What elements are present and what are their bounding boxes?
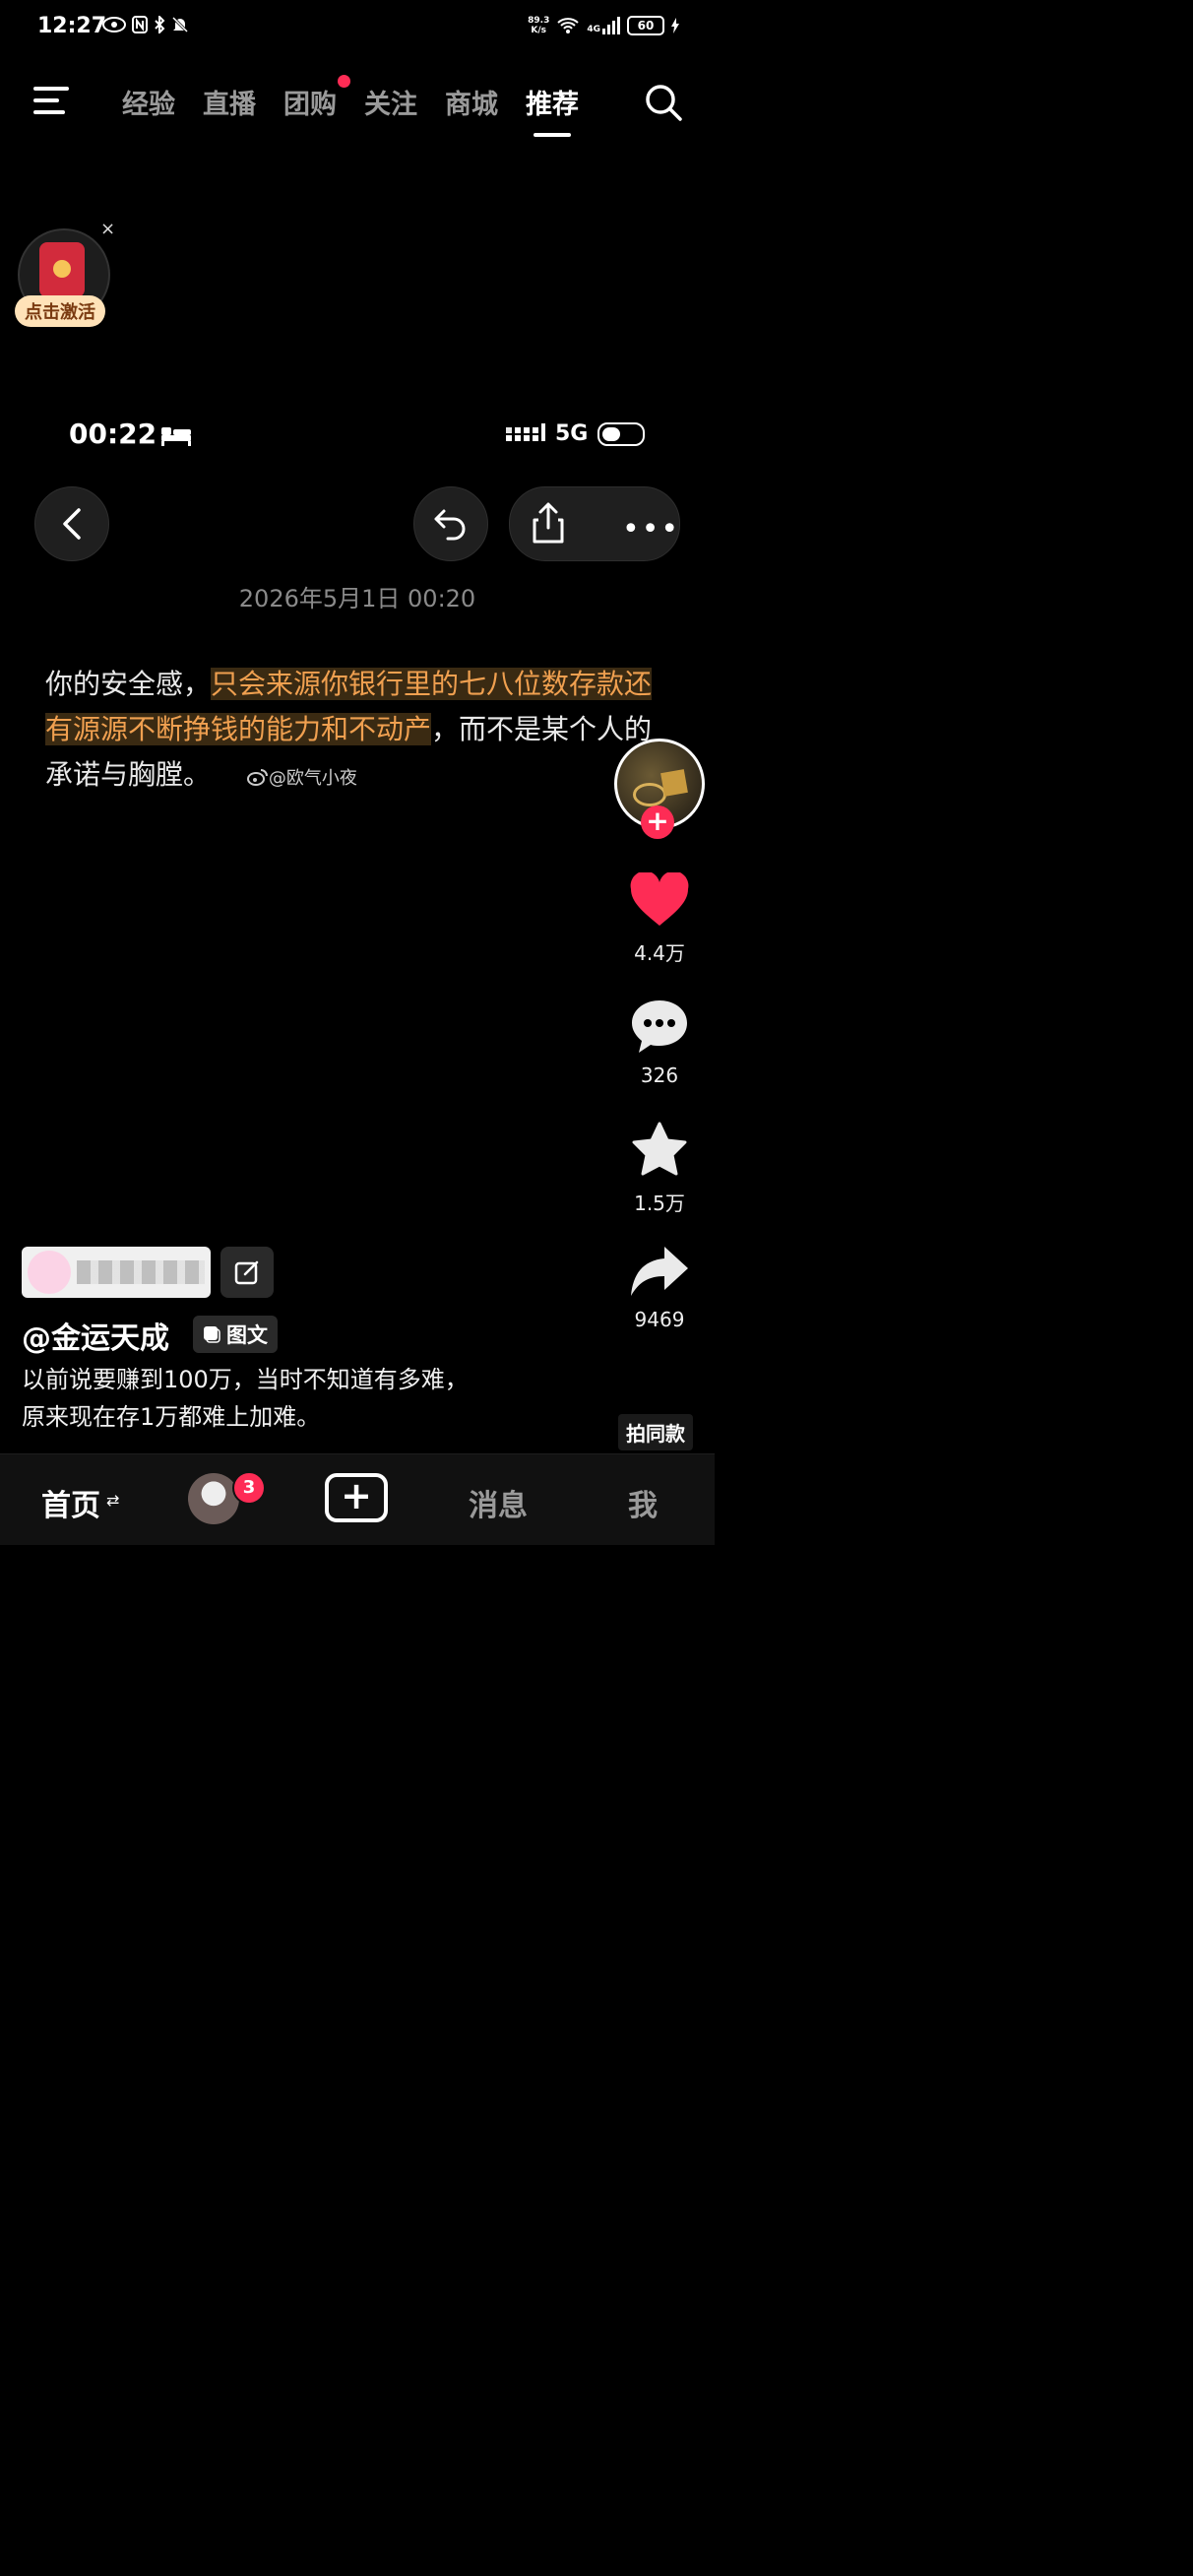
comment-button[interactable]: 326 — [618, 997, 701, 1087]
tab-following[interactable]: 关注 — [364, 83, 417, 121]
post-image-status: 5G — [506, 421, 646, 446]
image-text-icon — [204, 1326, 220, 1343]
weibo-icon — [246, 769, 268, 786]
status-time: 12:27 — [37, 14, 107, 38]
post-date: 2026年5月1日 00:20 — [238, 585, 476, 612]
nav-home[interactable]: 首页 — [41, 1481, 100, 1524]
status-icons-left — [102, 16, 189, 33]
edit-button[interactable] — [220, 1247, 274, 1298]
status-icons-right: 89.3 K/s 4G 60 — [528, 16, 679, 35]
undo-icon — [434, 509, 466, 541]
menu-icon[interactable] — [31, 83, 71, 118]
top-tabs: 经验 直播 团购 关注 商城 推荐 — [122, 75, 579, 137]
post-image-time: 00:22 — [69, 418, 157, 450]
share-count: 9469 — [634, 1308, 685, 1331]
ring-icon — [633, 783, 666, 806]
switch-arrows-icon: ⇄ — [106, 1491, 120, 1510]
friends-badge: 3 — [232, 1471, 266, 1505]
cell-signal-icon: 4G — [587, 17, 620, 34]
blurred-text — [77, 1260, 205, 1284]
share-icon — [533, 502, 564, 544]
same-style-button[interactable]: 拍同款 — [618, 1414, 693, 1450]
post-type-tag: 图文 — [193, 1316, 278, 1353]
more-icon: ••• — [622, 512, 681, 547]
favorite-button[interactable]: 1.5万 — [618, 1121, 701, 1216]
post-image-network: 5G — [555, 421, 589, 446]
undo-button — [413, 486, 488, 561]
net-speed-unit: K/s — [531, 26, 547, 35]
gold-cube-icon — [660, 769, 688, 797]
battery-indicator: 60 — [627, 16, 664, 35]
post-type-label: 图文 — [226, 1323, 268, 1347]
activate-button[interactable]: 点击激活 — [15, 295, 105, 327]
nav-me[interactable]: 我 — [628, 1481, 658, 1524]
net-speed-value: 89.3 — [528, 16, 550, 26]
create-button[interactable]: + — [325, 1473, 388, 1522]
chip-avatar — [28, 1251, 71, 1294]
bluetooth-icon — [155, 16, 165, 33]
tab-group-buy-label: 团购 — [283, 90, 337, 120]
weibo-watermark: @欧气小夜 — [246, 768, 357, 789]
share-arrow-icon — [631, 1247, 688, 1296]
watermark-text: @欧气小夜 — [268, 768, 357, 789]
favorite-count: 1.5万 — [634, 1191, 685, 1215]
chevron-left-icon — [63, 508, 81, 540]
eye-icon — [102, 17, 126, 32]
like-count: 4.4万 — [634, 941, 685, 965]
comment-count: 326 — [640, 1063, 679, 1087]
back-button — [34, 486, 109, 561]
post-quote: 你的安全感，只会来源你银行里的七八位数存款还有源源不断挣钱的能力和不动产，而不是… — [45, 662, 656, 802]
description-line-2: 原来现在存1万都难上加难。 — [22, 1403, 321, 1431]
author-name[interactable]: @金运天成 — [22, 1314, 169, 1357]
nav-messages[interactable]: 消息 — [469, 1481, 528, 1524]
network-type: 4G — [587, 25, 600, 34]
comment-icon — [632, 1000, 687, 1053]
quote-part-1: 你的安全感， — [45, 668, 212, 700]
description-line-1: 以前说要赚到100万，当时不知道有多难， — [22, 1366, 469, 1393]
tab-recommend[interactable]: 推荐 — [526, 83, 579, 137]
heart-icon — [630, 870, 689, 926]
tab-experience[interactable]: 经验 — [122, 83, 175, 121]
close-icon[interactable]: × — [100, 219, 115, 239]
nfc-icon — [132, 16, 148, 33]
post-description[interactable]: 以前说要赚到100万，当时不知道有多难， 原来现在存1万都难上加难。 — [22, 1361, 573, 1436]
star-icon — [632, 1122, 687, 1176]
mute-bell-icon — [171, 16, 189, 33]
music-chip[interactable] — [22, 1247, 211, 1298]
tab-group-buy[interactable]: 团购 — [283, 75, 350, 121]
net-speed: 89.3 K/s — [528, 16, 549, 35]
edit-icon — [234, 1260, 259, 1285]
tab-mall[interactable]: 商城 — [445, 83, 498, 121]
like-button[interactable]: 4.4万 — [618, 870, 701, 966]
signal-dots-icon — [506, 422, 545, 441]
tab-live[interactable]: 直播 — [203, 83, 256, 121]
nav-friends-avatar[interactable] — [188, 1473, 239, 1524]
notification-dot — [338, 75, 350, 88]
charging-icon — [671, 18, 679, 33]
post-image-battery-icon — [597, 421, 646, 446]
search-icon[interactable] — [644, 83, 683, 122]
envelope-seal-icon — [53, 260, 71, 278]
wifi-icon — [557, 18, 580, 33]
bed-icon — [161, 427, 191, 446]
share-button[interactable]: 9469 — [618, 1243, 701, 1331]
follow-button[interactable]: + — [641, 805, 674, 839]
